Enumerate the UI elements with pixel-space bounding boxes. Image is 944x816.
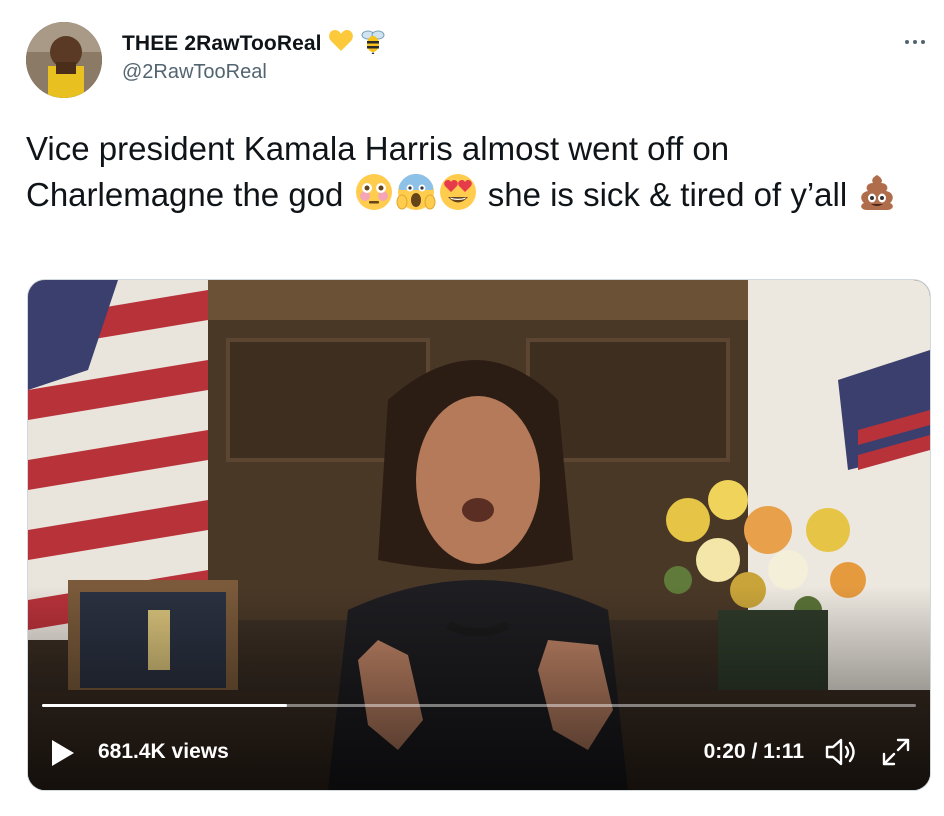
video-time: 0:20 / 1:11 [703,740,804,763]
play-icon[interactable] [50,738,76,768]
more-options-icon[interactable] [900,32,930,52]
pile-of-poo-icon [857,172,897,212]
yellow-heart-icon [328,29,354,58]
progress-fill [42,704,287,707]
display-name[interactable]: THEE 2RawTooReal [122,32,322,56]
view-count: 681.4K views [98,740,229,763]
video-controls: 681.4K views 0:20 / 1:11 [28,720,930,776]
tweet-text: Vice president Kamala Harris almost went… [26,126,906,218]
video-frame [28,280,930,790]
heart-eyes-face-icon [438,172,478,212]
fullscreen-icon[interactable] [880,736,912,768]
video-player[interactable]: 681.4K views 0:20 / 1:11 [27,279,931,791]
bee-icon [360,28,386,59]
progress-bar[interactable] [42,704,916,707]
dot [905,40,909,44]
dot [913,40,917,44]
screaming-face-icon [396,172,436,212]
author-name-row[interactable]: THEE 2RawTooReal [122,28,386,59]
flushed-face-icon [354,172,394,212]
tweet-text-part-2: she is sick & tired of y’all [478,176,857,213]
avatar[interactable] [26,22,102,98]
dot [921,40,925,44]
volume-icon[interactable] [824,736,858,768]
user-handle[interactable]: @2RawTooReal [122,61,267,84]
